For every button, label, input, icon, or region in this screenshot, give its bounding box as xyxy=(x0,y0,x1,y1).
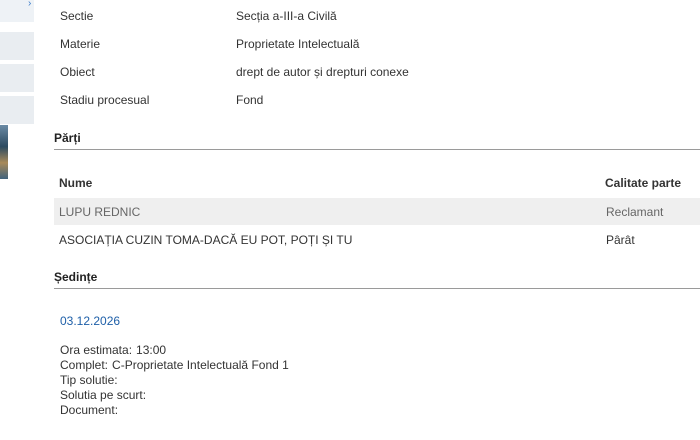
detail-label: Stadiu procesual xyxy=(60,93,150,107)
hearing-value: C-Proprietate Intelectuală Fond 1 xyxy=(112,358,289,372)
section-divider xyxy=(54,288,700,289)
section-divider xyxy=(54,149,700,150)
table-row: ASOCIAȚIA CUZIN TOMA-DACĂ EU POT, POȚI Ș… xyxy=(54,226,700,253)
party-role: Reclamant xyxy=(606,205,664,219)
hearing-detail-complet: Complet: C-Proprietate Intelectuală Fond … xyxy=(60,358,289,373)
left-nav-item[interactable] xyxy=(0,96,34,125)
hearing-label: Document: xyxy=(60,403,119,417)
hearing-label: Ora estimata: xyxy=(60,343,133,357)
detail-value: drept de autor și drepturi conexe xyxy=(236,65,409,79)
detail-value: Secția a-III-a Civilă xyxy=(236,9,337,23)
left-nav-item[interactable] xyxy=(0,32,34,61)
hearing-label: Tip solutie: xyxy=(60,373,118,387)
chevron-icon: › xyxy=(28,0,32,9)
detail-label: Obiect xyxy=(60,65,95,79)
hearing-label: Complet: xyxy=(60,358,109,372)
hearing-detail-document: Document: xyxy=(60,403,122,418)
col-header-name: Nume xyxy=(59,176,93,190)
detail-value: Proprietate Intelectuală xyxy=(236,37,360,51)
hearing-date: 03.12.2026 xyxy=(60,314,121,328)
left-nav-strip: › xyxy=(0,0,34,440)
left-nav-item[interactable]: › xyxy=(0,0,34,23)
detail-label: Materie xyxy=(60,37,101,51)
hearing-detail-solutia: Solutia pe scurt: xyxy=(60,388,150,403)
parties-heading: Părți xyxy=(54,131,81,145)
party-name: ASOCIAȚIA CUZIN TOMA-DACĂ EU POT, POȚI Ș… xyxy=(59,233,353,247)
hearing-value: 13:00 xyxy=(136,343,167,357)
hearings-heading: Ședințe xyxy=(54,270,98,284)
thumbnail-image xyxy=(0,125,8,179)
party-role: Pârât xyxy=(606,233,635,247)
hearing-detail-ora: Ora estimata: 13:00 xyxy=(60,343,166,358)
detail-label: Sectie xyxy=(60,9,94,23)
table-row: LUPU REDNIC Reclamant xyxy=(54,198,700,225)
hearing-label: Solutia pe scurt: xyxy=(60,388,147,402)
left-nav-item[interactable] xyxy=(0,64,34,93)
hearing-detail-tip-solutie: Tip solutie: xyxy=(60,373,122,388)
party-name: LUPU REDNIC xyxy=(59,205,141,219)
detail-value: Fond xyxy=(236,93,264,107)
col-header-role: Calitate parte xyxy=(605,176,682,190)
